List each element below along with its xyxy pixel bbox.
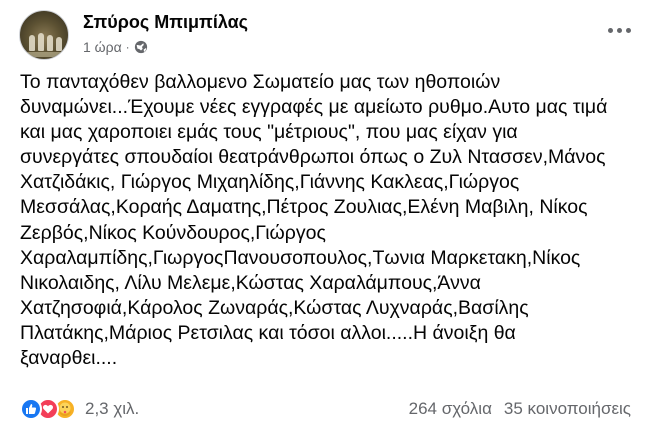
globe-icon[interactable] bbox=[134, 40, 148, 54]
facebook-post: Σπύρος Μπιμπίλας 1 ώρα · Το πανταχόθεν β… bbox=[0, 0, 647, 437]
post-text: Το πανταχόθεν βαλλομενο Σωματείο μας των… bbox=[20, 71, 608, 370]
meta-separator: · bbox=[125, 40, 130, 54]
post-footer: 2,3 χιλ. 264 σχόλια 35 κοινοποιήσεις bbox=[20, 396, 631, 422]
post-timestamp[interactable]: 1 ώρα bbox=[83, 39, 122, 55]
reactions-summary[interactable]: 2,3 χιλ. bbox=[20, 398, 139, 420]
comments-count-link[interactable]: 264 σχόλια bbox=[409, 399, 492, 419]
reaction-count[interactable]: 2,3 χιλ. bbox=[85, 399, 139, 419]
more-options-icon[interactable] bbox=[605, 20, 633, 40]
shares-count-link[interactable]: 35 κοινοποιήσεις bbox=[504, 399, 631, 419]
post-meta: 1 ώρα · bbox=[83, 39, 148, 55]
like-icon bbox=[20, 398, 42, 420]
author-avatar[interactable] bbox=[19, 10, 69, 60]
author-name[interactable]: Σπύρος Μπιμπίλας bbox=[83, 12, 248, 33]
post-header: Σπύρος Μπιμπίλας 1 ώρα · bbox=[14, 8, 633, 64]
